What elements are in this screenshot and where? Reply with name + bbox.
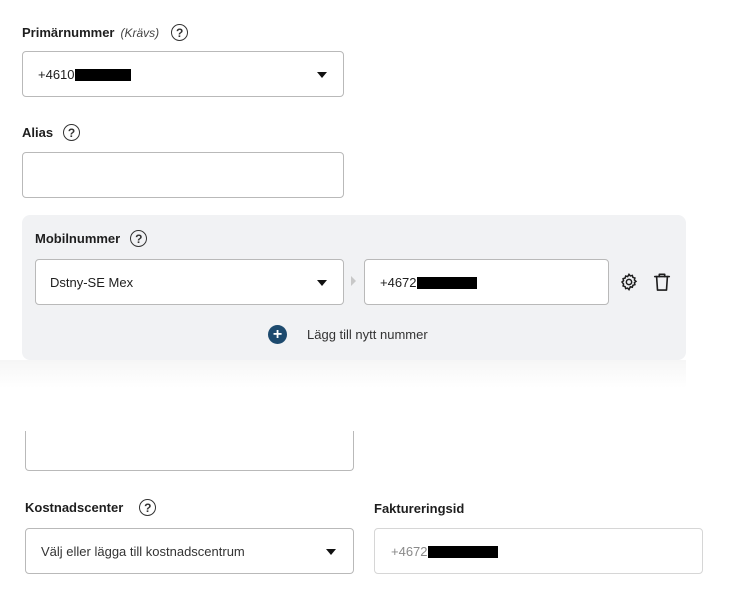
text-area[interactable] <box>25 431 354 471</box>
alias-input[interactable] <box>22 152 344 198</box>
trash-icon[interactable] <box>651 271 673 293</box>
arrow-right-icon <box>351 276 356 286</box>
mobile-number-input[interactable]: +4672 <box>364 259 609 305</box>
cost-center-select[interactable]: Välj eller lägga till kostnadscentrum <box>25 528 354 574</box>
redaction-block <box>427 545 498 558</box>
billing-id-value: +4672 <box>391 544 428 559</box>
cost-center-label-row: Kostnadscenter ? <box>25 499 157 516</box>
primary-number-select[interactable]: +4610 <box>22 51 344 97</box>
redaction-block <box>74 68 131 81</box>
gear-icon[interactable] <box>618 271 640 293</box>
mobile-number-label-row: Mobilnummer ? <box>35 230 148 247</box>
help-icon[interactable]: ? <box>171 24 189 41</box>
help-icon[interactable]: ? <box>63 124 81 141</box>
primary-number-value: +4610 <box>38 67 75 82</box>
mobile-number-value: +4672 <box>380 275 417 290</box>
primary-number-label-row: Primärnummer (Krävs) ? <box>22 24 189 41</box>
required-note: (Krävs) <box>120 25 160 40</box>
add-number-button[interactable]: + Lägg till nytt nummer <box>268 325 428 344</box>
alias-label-row: Alias ? <box>22 124 81 141</box>
plus-circle-icon: + <box>268 325 287 344</box>
cost-center-placeholder: Välj eller lägga till kostnadscentrum <box>41 544 245 559</box>
help-icon[interactable]: ? <box>130 230 148 247</box>
section-divider <box>0 360 686 388</box>
chevron-down-icon <box>326 549 336 555</box>
primary-number-value-wrap: +4610 <box>38 67 131 82</box>
chevron-down-icon <box>317 280 327 286</box>
primary-number-label: Primärnummer <box>22 25 115 40</box>
billing-id-input[interactable]: +4672 <box>374 528 703 574</box>
alias-label: Alias <box>22 125 54 140</box>
help-icon[interactable]: ? <box>139 499 157 516</box>
mobile-number-value-wrap: +4672 <box>380 275 477 290</box>
redaction-block <box>416 276 477 289</box>
cost-center-label: Kostnadscenter <box>25 500 124 515</box>
billing-id-label: Faktureringsid <box>374 501 465 516</box>
operator-select[interactable]: Dstny-SE Mex <box>35 259 344 305</box>
operator-value: Dstny-SE Mex <box>50 275 134 290</box>
billing-id-value-wrap: +4672 <box>391 544 498 559</box>
chevron-down-icon <box>317 72 327 78</box>
add-number-label: Lägg till nytt nummer <box>307 327 428 342</box>
mobile-number-panel: Mobilnummer ? Dstny-SE Mex +4672 + Lägg … <box>22 215 686 360</box>
mobile-number-label: Mobilnummer <box>35 231 121 246</box>
